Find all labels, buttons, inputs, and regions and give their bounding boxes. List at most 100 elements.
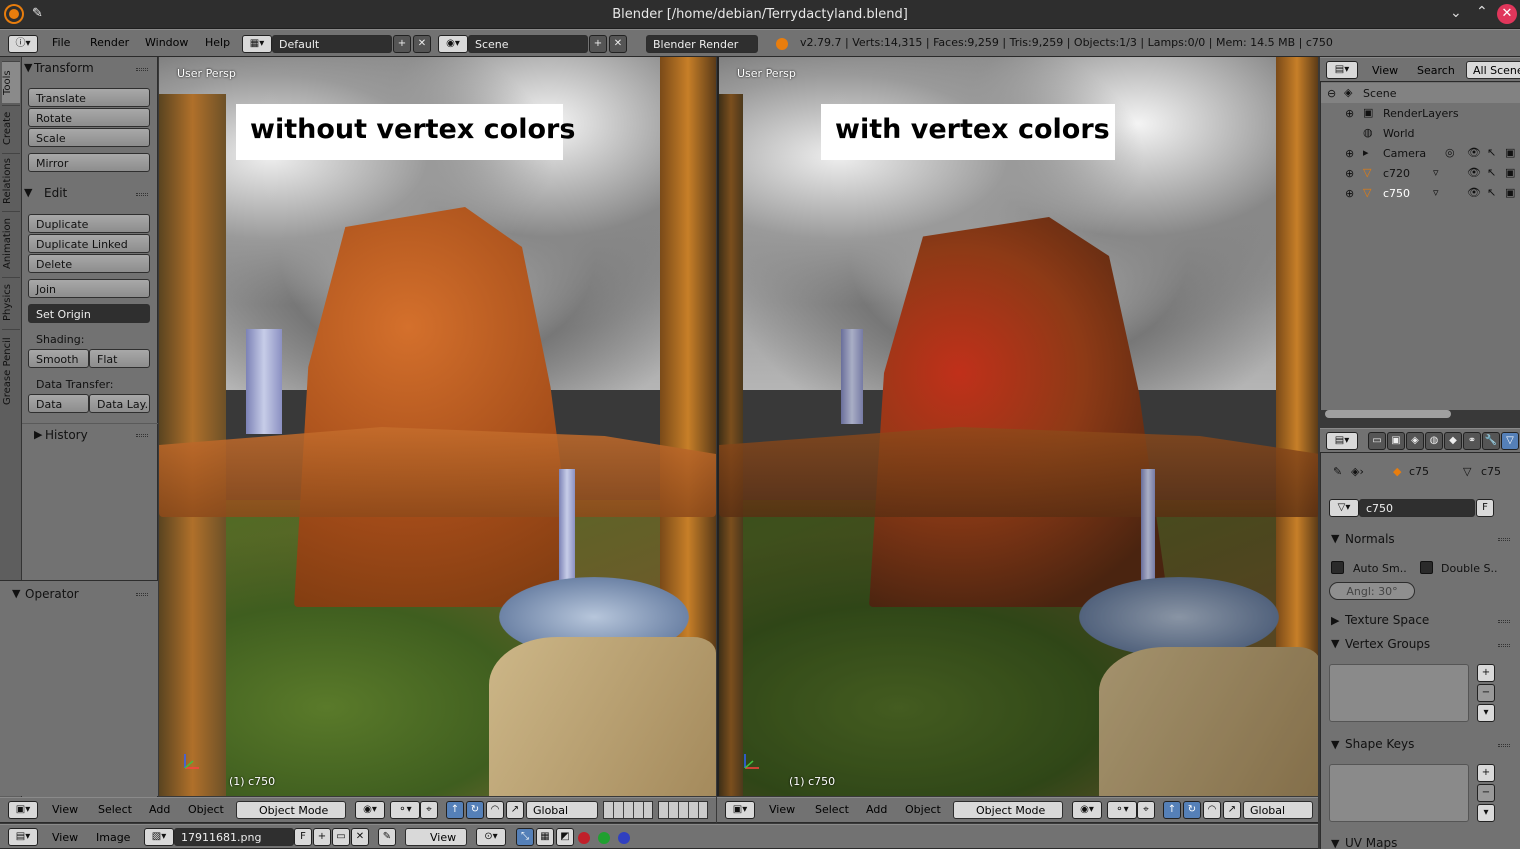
shape-keys-list[interactable] (1329, 764, 1469, 822)
menu-search[interactable]: Search (1417, 64, 1455, 77)
selectable-cursor-icon[interactable]: ↖ (1487, 146, 1496, 159)
visibility-eye-icon[interactable]: 👁 (1467, 186, 1481, 199)
close-icon[interactable]: ✕ (1497, 4, 1517, 24)
set-origin-select[interactable]: Set Origin (28, 304, 150, 323)
alpha-icon[interactable]: ◩ (556, 828, 574, 846)
panel-grip-icon[interactable] (1498, 538, 1510, 541)
flat-button[interactable]: Flat (89, 349, 150, 368)
mode-select[interactable]: Object Mode (236, 801, 346, 819)
editor-type-icon[interactable]: ▤▾ (1326, 61, 1358, 79)
texture-space-panel-title[interactable]: Texture Space (1345, 613, 1429, 627)
panel-grip-icon[interactable] (136, 434, 148, 437)
shading-mode-icon[interactable]: ◉▾ (1072, 801, 1102, 819)
add-vertex-group-icon[interactable]: + (1477, 664, 1495, 682)
breadcrumb-object[interactable]: c75 (1409, 465, 1429, 478)
normals-panel-title[interactable]: Normals (1345, 532, 1395, 546)
menu-help[interactable]: Help (205, 36, 230, 49)
outliner-row-scene[interactable]: ⊖ ◈ Scene (1321, 83, 1520, 103)
scene-selector-icon[interactable]: ◉▾ (438, 35, 468, 53)
pivot-point-icon[interactable]: ⚬▾ (1107, 801, 1137, 819)
menu-window[interactable]: Window (145, 36, 188, 49)
viewport-right[interactable]: with vertex colors User Persp (1) c750 (717, 57, 1318, 796)
menu-object[interactable]: Object (905, 803, 941, 816)
render-tab-icon[interactable]: ▭ (1368, 432, 1386, 450)
operator-panel-title[interactable]: Operator (25, 587, 79, 601)
menu-add[interactable]: Add (149, 803, 170, 816)
green-channel-icon[interactable] (598, 832, 610, 844)
renderable-camera-icon[interactable]: ▣ (1505, 166, 1515, 179)
data-button[interactable]: Data (28, 394, 89, 413)
object-tab-icon[interactable]: ◆ (1444, 432, 1462, 450)
collapse-arrow-icon[interactable]: ▼ (24, 186, 32, 199)
panel-grip-icon[interactable] (1498, 644, 1510, 647)
menu-render[interactable]: Render (90, 36, 129, 49)
unlink-image-icon[interactable]: ✕ (351, 828, 369, 846)
transform-orientation-icon[interactable]: ↗ (1223, 801, 1241, 819)
scale-manipulator-icon[interactable]: ◠ (486, 801, 504, 819)
translate-button[interactable]: Translate (28, 88, 150, 107)
rotate-manipulator-icon[interactable]: ↻ (466, 801, 484, 819)
menu-view[interactable]: View (769, 803, 795, 816)
new-image-icon[interactable]: + (313, 828, 331, 846)
shape-key-menu-icon[interactable]: ▾ (1477, 804, 1495, 822)
menu-select[interactable]: Select (815, 803, 849, 816)
remove-layout-icon[interactable]: ✕ (413, 35, 431, 53)
mirror-button[interactable]: Mirror (28, 153, 150, 172)
collapse-icon[interactable]: ⊖ (1327, 87, 1336, 100)
blue-channel-icon[interactable] (618, 832, 630, 844)
pivot-point-icon[interactable]: ⚬▾ (390, 801, 420, 819)
panel-grip-icon[interactable] (136, 593, 148, 596)
join-button[interactable]: Join (28, 279, 150, 298)
editor-type-icon[interactable]: ▣▾ (725, 801, 755, 819)
vertex-groups-panel-title[interactable]: Vertex Groups (1345, 637, 1430, 651)
selectable-cursor-icon[interactable]: ↖ (1487, 186, 1496, 199)
expand-arrow-icon[interactable]: ▶ (34, 428, 42, 441)
uv-sync-icon[interactable]: ⤡ (516, 828, 534, 846)
menu-image[interactable]: Image (96, 831, 130, 844)
edit-panel-title[interactable]: Edit (44, 186, 67, 200)
layer-grid-icon[interactable] (658, 801, 708, 819)
layer-grid-icon[interactable] (603, 801, 653, 819)
editor-type-icon[interactable]: ⓘ▾ (8, 35, 38, 53)
vertex-group-menu-icon[interactable]: ▾ (1477, 704, 1495, 722)
image-browse-icon[interactable]: ▧▾ (144, 828, 174, 846)
render-layers-tab-icon[interactable]: ▣ (1387, 432, 1405, 450)
add-scene-icon[interactable]: + (589, 35, 607, 53)
menu-view[interactable]: View (52, 831, 78, 844)
data-layout-button[interactable]: Data Lay.. (89, 394, 150, 413)
constraints-tab-icon[interactable]: ⚭ (1463, 432, 1481, 450)
history-panel-title[interactable]: History (45, 428, 88, 442)
world-tab-icon[interactable]: ◍ (1425, 432, 1443, 450)
rotate-manipulator-icon[interactable]: ↻ (1183, 801, 1201, 819)
history-panel[interactable]: ▶ History (22, 423, 158, 445)
outliner-row-renderlayers[interactable]: ⊕ ▣ RenderLayers (1321, 103, 1520, 123)
rotate-button[interactable]: Rotate (28, 108, 150, 127)
double-sided-checkbox[interactable] (1420, 561, 1433, 574)
breadcrumb-mesh[interactable]: c75 (1481, 465, 1501, 478)
duplicate-button[interactable]: Duplicate (28, 214, 150, 233)
shading-mode-icon[interactable]: ◉▾ (355, 801, 385, 819)
translate-manipulator-icon[interactable]: ↑ (446, 801, 464, 819)
collapse-arrow-icon[interactable]: ▼ (24, 61, 32, 74)
collapse-arrow-icon[interactable]: ▼ (1331, 837, 1339, 849)
menu-object[interactable]: Object (188, 803, 224, 816)
mesh-data-tab-icon[interactable]: ▽ (1501, 432, 1519, 450)
collapse-arrow-icon[interactable]: ▼ (1331, 637, 1339, 650)
scale-manipulator-icon[interactable]: ◠ (1203, 801, 1221, 819)
remove-vertex-group-icon[interactable]: − (1477, 684, 1495, 702)
scene-tab-icon[interactable]: ◈ (1406, 432, 1424, 450)
layout-field[interactable]: Default (272, 35, 392, 53)
red-channel-icon[interactable] (578, 832, 590, 844)
expand-icon[interactable]: ⊕ (1345, 167, 1354, 180)
menu-file[interactable]: File (52, 36, 70, 49)
transform-panel-title[interactable]: Transform (34, 61, 94, 75)
duplicate-linked-button[interactable]: Duplicate Linked (28, 234, 150, 253)
panel-grip-icon[interactable] (136, 68, 148, 71)
checker-icon[interactable]: ▦ (536, 828, 554, 846)
panel-grip-icon[interactable] (1498, 620, 1510, 623)
expand-icon[interactable]: ⊕ (1345, 187, 1354, 200)
expand-icon[interactable]: ⊕ (1345, 107, 1354, 120)
layout-selector-icon[interactable]: ▦▾ (242, 35, 272, 53)
fake-user-button[interactable]: F (294, 828, 312, 846)
remove-shape-key-icon[interactable]: − (1477, 784, 1495, 802)
